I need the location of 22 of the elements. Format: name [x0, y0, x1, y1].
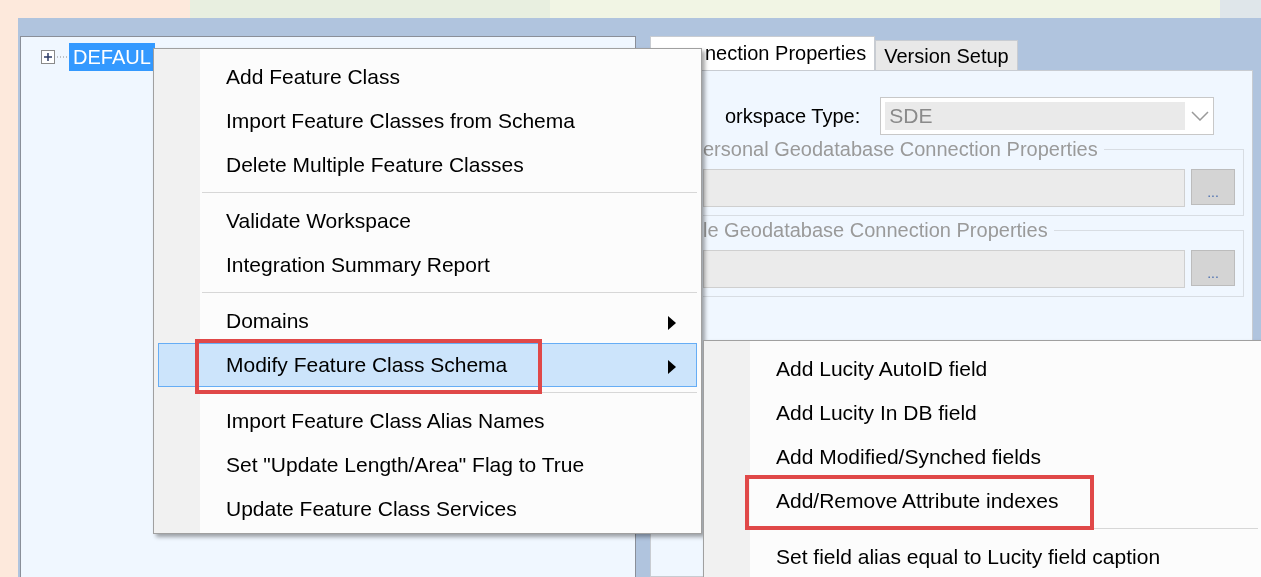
menu-item[interactable]: Modify Feature Class Schema: [158, 343, 697, 387]
path-field[interactable]: [703, 250, 1185, 288]
path-field[interactable]: [703, 169, 1185, 207]
menu-item[interactable]: Add Lucity AutoID field: [708, 347, 1258, 391]
menu-item[interactable]: Import Feature Class Alias Names: [158, 399, 697, 443]
group-title: le Geodatabase Connection Properties: [703, 219, 1054, 242]
chevron-down-icon: [1191, 111, 1210, 121]
menu-item[interactable]: Update Feature Class Services: [158, 487, 697, 531]
group-title: ersonal Geodatabase Connection Properties: [703, 138, 1104, 161]
menu-item[interactable]: Set field alias equal to Lucity field caption: [708, 535, 1258, 577]
menu-item[interactable]: Import Feature Classes from Schema: [158, 99, 697, 143]
menu-item[interactable]: Validate Workspace: [158, 199, 697, 243]
menu-item[interactable]: Set "Update Length/Area" Flag to True: [158, 443, 697, 487]
expand-icon[interactable]: [41, 50, 67, 64]
field-label: orkspace Type:: [725, 104, 861, 128]
tab[interactable]: Version Setup: [875, 40, 1018, 70]
menu-item[interactable]: Add/Remove Attribute indexes: [708, 479, 1258, 523]
menu-item[interactable]: Add Lucity In DB field: [708, 391, 1258, 435]
menu-item[interactable]: Add Modified/Synched fields: [708, 435, 1258, 479]
menu-item[interactable]: Integration Summary Report: [158, 243, 697, 287]
menu-item[interactable]: Delete Multiple Feature Classes: [158, 143, 697, 187]
menu-item[interactable]: Domains: [158, 299, 697, 343]
